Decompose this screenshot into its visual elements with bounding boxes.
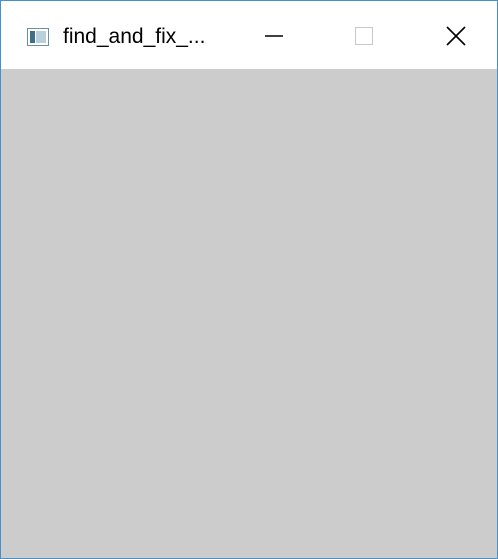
maximize-button[interactable]: [334, 13, 394, 63]
app-window-icon: [27, 28, 49, 46]
close-icon: [445, 25, 467, 52]
close-button[interactable]: [426, 13, 486, 63]
minimize-button[interactable]: [244, 13, 304, 63]
title-bar[interactable]: find_and_fix_...: [1, 1, 497, 69]
window-client-area: [1, 69, 497, 558]
minimize-icon: [264, 26, 284, 51]
window-title: find_and_fix_...: [63, 25, 206, 48]
app-window: find_and_fix_...: [0, 0, 498, 559]
maximize-icon: [354, 26, 374, 51]
